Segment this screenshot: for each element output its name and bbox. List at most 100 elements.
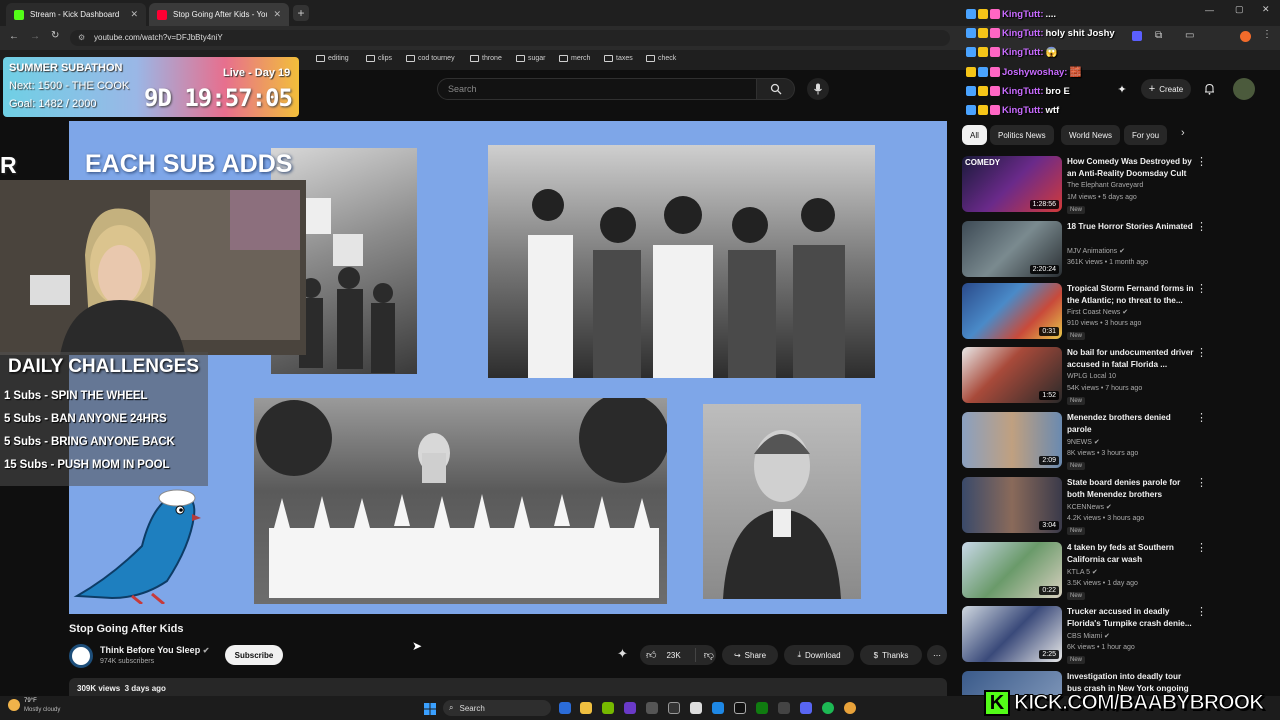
spotify-icon[interactable] <box>822 702 834 714</box>
site-info-icon[interactable]: ⚙ <box>78 33 85 42</box>
account-avatar[interactable] <box>1233 78 1255 100</box>
video-title[interactable]: Trucker accused in deadly Florida's Turn… <box>1067 606 1197 629</box>
channel-line[interactable]: CBS Miami ✔ <box>1067 632 1110 640</box>
channel-name-line[interactable]: Think Before You Sleep ✔ <box>100 645 209 655</box>
dislike-button[interactable]: 👎︎ <box>704 649 714 661</box>
recommended-video[interactable]: 1:52 No bail for undocumented driver acc… <box>962 347 1262 411</box>
more-options-icon[interactable]: ⋮ <box>1196 220 1207 233</box>
forward-icon[interactable]: → <box>30 31 40 42</box>
more-options-icon[interactable]: ⋮ <box>1196 541 1207 554</box>
recommended-video[interactable]: 2:20:24 18 True Horror Stories Animated … <box>962 221 1262 285</box>
more-options-icon[interactable]: ⋮ <box>1196 476 1207 489</box>
recommended-video[interactable]: 0:31 Tropical Storm Fernand forms in the… <box>962 283 1262 347</box>
video-title[interactable]: 18 True Horror Stories Animated <box>1067 221 1197 233</box>
nvidia-icon[interactable] <box>602 702 614 714</box>
channel-line[interactable]: KCENNews ✔ <box>1067 503 1112 511</box>
file-explorer-icon[interactable] <box>580 702 592 714</box>
split-view-icon[interactable]: ▭ <box>1185 30 1194 41</box>
xbox-icon[interactable] <box>756 702 768 714</box>
minimize-icon[interactable]: — <box>1205 5 1214 15</box>
video-title[interactable]: Tropical Storm Fernand forms in the Atla… <box>1067 283 1197 306</box>
notifications-button[interactable] <box>1198 78 1220 100</box>
obs-icon[interactable] <box>668 702 680 714</box>
bookmark-merch[interactable]: merch <box>559 55 590 62</box>
video-thumbnail[interactable]: 2:25 <box>962 606 1062 662</box>
new-tab-button[interactable]: + <box>293 5 309 21</box>
video-thumbnail[interactable]: COMEDY 1:28:56 <box>962 156 1062 212</box>
recommended-video[interactable]: 2:25 Trucker accused in deadly Florida's… <box>962 606 1262 670</box>
chip-politics-news[interactable]: Politics News <box>990 125 1054 145</box>
channel-line[interactable]: 9NEWS ✔ <box>1067 438 1100 446</box>
video-title[interactable]: Menendez brothers denied parole <box>1067 412 1197 435</box>
windows-start-icon[interactable] <box>424 702 436 715</box>
more-actions-button[interactable]: ⋯ <box>927 645 947 665</box>
bookmark-taxes[interactable]: taxes <box>604 55 633 62</box>
tab-kick-dashboard[interactable]: Stream - Kick Dashboard ✕ <box>6 3 146 26</box>
tab-youtube-video[interactable]: Stop Going After Kids - You ✕ <box>149 3 289 26</box>
search-button[interactable] <box>757 78 795 100</box>
video-thumbnail[interactable]: 2:09 <box>962 412 1062 468</box>
close-tab-icon[interactable]: ✕ <box>130 9 138 20</box>
download-button[interactable]: ⤓ Download <box>784 645 854 665</box>
back-icon[interactable]: ← <box>9 31 19 42</box>
recommended-video[interactable]: 2:09 Menendez brothers denied parole 9NE… <box>962 412 1262 476</box>
chrome-profile-icon[interactable] <box>844 702 856 714</box>
channel-name[interactable]: The Elephant Graveyard <box>1067 182 1143 189</box>
video-thumbnail[interactable]: 0:31 <box>962 283 1062 339</box>
bookmark-cod-tourney[interactable]: cod tourney <box>406 55 455 62</box>
profile-icon[interactable] <box>1240 31 1251 42</box>
close-tab-icon[interactable]: ✕ <box>273 9 281 20</box>
bookmark-clips[interactable]: clips <box>366 55 392 62</box>
video-title[interactable]: No bail for undocumented driver accused … <box>1067 347 1197 370</box>
recommended-video[interactable]: 3:04 State board denies parole for both … <box>962 477 1262 541</box>
description-box[interactable]: 309K views 3 days ago <box>69 678 947 696</box>
bookmark-throne[interactable]: throne <box>470 55 502 62</box>
reload-icon[interactable]: ↻ <box>51 30 59 41</box>
bookmark-editing[interactable]: editing <box>316 55 349 62</box>
channel-line[interactable]: KTLA 5 ✔ <box>1067 568 1098 576</box>
recommended-video[interactable]: COMEDY 1:28:56 How Comedy Was Destroyed b… <box>962 156 1262 220</box>
more-options-icon[interactable]: ⋮ <box>1196 346 1207 359</box>
app-icon[interactable] <box>624 702 636 714</box>
channel-avatar[interactable] <box>69 644 93 668</box>
video-title[interactable]: State board denies parole for both Menen… <box>1067 477 1197 500</box>
chrome-taskbar-icon[interactable] <box>559 702 571 714</box>
settings-icon[interactable] <box>646 702 658 714</box>
channel-line[interactable]: First Coast News ✔ <box>1067 308 1128 316</box>
channel-line[interactable]: MJV Animations ✔ <box>1067 247 1125 255</box>
x-icon[interactable] <box>734 702 746 714</box>
app-icon[interactable] <box>712 702 724 714</box>
video-title[interactable]: 4 taken by feds at Southern California c… <box>1067 542 1197 565</box>
chip-all[interactable]: All <box>962 125 987 145</box>
voice-search-button[interactable] <box>807 78 829 100</box>
search-input[interactable]: Search <box>437 78 757 100</box>
video-title[interactable]: How Comedy Was Destroyed by an Anti-Real… <box>1067 156 1197 179</box>
video-thumbnail[interactable]: 2:20:24 <box>962 221 1062 277</box>
subscribe-button[interactable]: Subscribe <box>225 645 283 665</box>
share-button[interactable]: ↪ Share <box>722 645 778 665</box>
menu-icon[interactable]: ⋮ <box>1262 29 1272 40</box>
more-options-icon[interactable]: ⋮ <box>1196 411 1207 424</box>
more-options-icon[interactable]: ⋮ <box>1196 282 1207 295</box>
thanks-button[interactable]: $ Thanks <box>860 645 922 665</box>
weather-icon[interactable] <box>8 699 20 711</box>
close-window-icon[interactable]: ✕ <box>1262 4 1270 15</box>
discord-icon[interactable] <box>800 702 812 714</box>
sparkle-icon[interactable]: ✦ <box>617 646 628 662</box>
video-thumbnail[interactable]: 1:52 <box>962 347 1062 403</box>
taskbar-search[interactable]: ⌕ Search <box>443 700 551 716</box>
chip-world-news[interactable]: World News <box>1061 125 1120 145</box>
chip-for-you[interactable]: For you <box>1124 125 1168 145</box>
app-icon[interactable] <box>778 702 790 714</box>
recommended-video[interactable]: 0:22 4 taken by feds at Southern Califor… <box>962 542 1262 606</box>
bookmark-check[interactable]: check <box>646 55 676 62</box>
video-thumbnail[interactable]: 3:04 <box>962 477 1062 533</box>
like-button[interactable]: 👍︎ <box>646 649 656 661</box>
more-options-icon[interactable]: ⋮ <box>1196 605 1207 618</box>
maximize-icon[interactable]: ▢ <box>1235 4 1244 15</box>
bookmark-sugar[interactable]: sugar <box>516 55 546 62</box>
more-options-icon[interactable]: ⋮ <box>1196 155 1207 168</box>
app-icon[interactable] <box>690 702 702 714</box>
chevron-right-icon[interactable]: › <box>1181 127 1185 139</box>
url-input[interactable]: ⚙ youtube.com/watch?v=DFJbBty4niY <box>70 30 950 46</box>
